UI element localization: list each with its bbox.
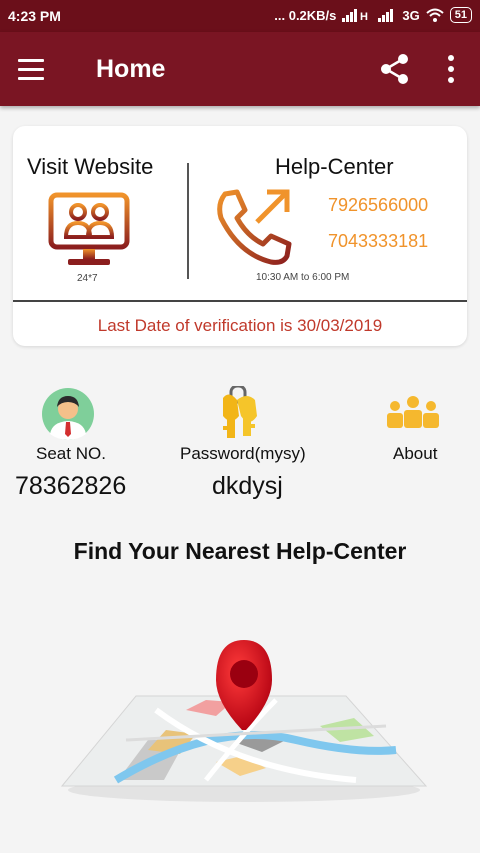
more-vert-icon: [448, 55, 454, 83]
info-card: Visit Website 24*7 Help-Center 792656600…: [13, 126, 467, 346]
app-bar: Home: [0, 32, 480, 106]
find-help-center-title: Find Your Nearest Help-Center: [73, 538, 407, 564]
card-divider: [13, 300, 467, 302]
visit-website-title[interactable]: Visit Website: [27, 154, 153, 180]
status-bar: 4:23 PM ... 0.2KB/s H 3G 51: [0, 0, 480, 32]
keys-icon[interactable]: [217, 386, 265, 442]
more-options-button[interactable]: [438, 52, 464, 86]
help-hours: 10:30 AM to 6:00 PM: [256, 272, 350, 283]
status-icons: ... 0.2KB/s H 3G 51: [274, 7, 472, 23]
vertical-divider: [187, 163, 189, 279]
help-center-title: Help-Center: [275, 154, 394, 179]
hamburger-line: [18, 67, 44, 71]
hamburger-line: [18, 76, 44, 80]
battery-indicator: 51: [449, 7, 472, 23]
phone-call-icon[interactable]: [213, 186, 295, 266]
wifi-icon: [426, 8, 444, 22]
status-time: 4:23 PM: [8, 8, 61, 24]
svg-text:H: H: [360, 11, 368, 22]
seat-number-label: Seat NO.: [36, 444, 106, 463]
network-type: 3G: [402, 7, 420, 23]
help-phone-2[interactable]: 7043333181: [328, 231, 428, 252]
password-value: dkdysj: [212, 472, 283, 500]
visit-hours: 24*7: [77, 273, 98, 284]
about-label[interactable]: About: [393, 444, 437, 464]
verification-date-text: Last Date of verification is 30/03/2019: [97, 316, 383, 335]
group-about-icon[interactable]: [386, 396, 440, 432]
page-title: Home: [96, 55, 166, 83]
hamburger-menu-icon: [18, 58, 44, 62]
signal-icon-2: [378, 9, 394, 22]
network-speed: ... 0.2KB/s: [274, 7, 337, 23]
monitor-users-icon[interactable]: [48, 192, 130, 270]
help-phone-1[interactable]: 7926566000: [328, 195, 428, 216]
share-button[interactable]: [378, 52, 412, 86]
password-label: Password(mysy): [180, 444, 306, 463]
signal-icon: H: [342, 9, 368, 22]
share-icon: [381, 54, 408, 84]
map-location-icon[interactable]: [56, 630, 432, 806]
menu-button[interactable]: [18, 52, 58, 86]
student-avatar-icon[interactable]: [42, 388, 94, 440]
seat-number-value: 78362826: [15, 472, 127, 500]
